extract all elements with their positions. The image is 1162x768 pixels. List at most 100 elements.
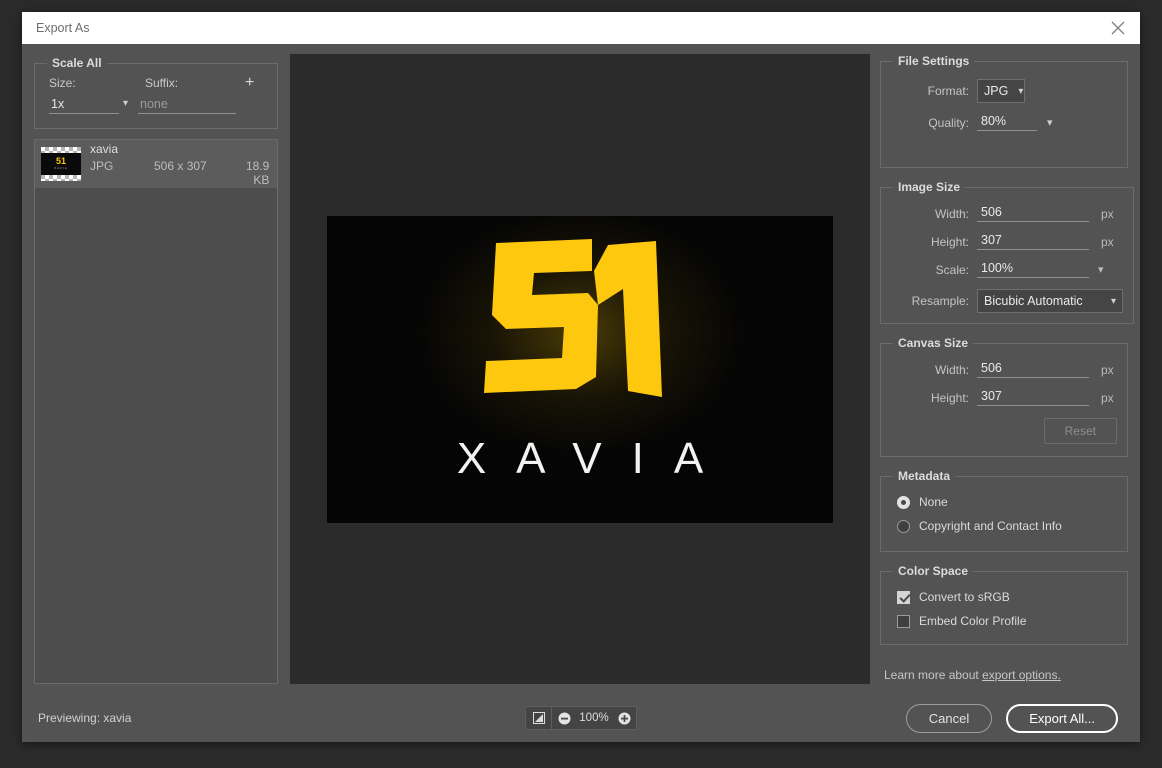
color-space-spacer bbox=[891, 628, 1117, 634]
export-as-dialog: Export As Scale All Size: Suffix: + ▾ bbox=[22, 12, 1140, 742]
export-all-button[interactable]: Export All... bbox=[1006, 703, 1118, 733]
file-settings-group: File Settings Format: JPG ▾ Quality: ▾ bbox=[880, 54, 1128, 168]
image-size-legend: Image Size bbox=[898, 180, 961, 194]
export-options-link[interactable]: export options. bbox=[982, 668, 1061, 682]
canvas-height-input[interactable] bbox=[977, 389, 1089, 406]
metadata-option-copyright[interactable]: Copyright and Contact Info bbox=[891, 519, 1117, 533]
image-height-unit: px bbox=[1101, 234, 1114, 249]
thumbnail-brand-text: XAVIA bbox=[54, 166, 68, 170]
image-height-label: Height: bbox=[930, 234, 969, 249]
canvas-height-label: Height: bbox=[930, 390, 969, 405]
chevron-down-icon[interactable]: ▾ bbox=[1098, 263, 1104, 276]
metadata-spacer bbox=[891, 533, 1117, 541]
file-size: 18.9 KB bbox=[246, 158, 270, 187]
dialog-title: Export As bbox=[36, 21, 90, 35]
image-height-input[interactable] bbox=[977, 233, 1089, 250]
scale-all-legend: Scale All bbox=[52, 56, 102, 70]
file-details: JPG 506 x 307 18.9 KB bbox=[90, 159, 271, 187]
metadata-group: Metadata None Copyright and Contact Info bbox=[880, 469, 1128, 552]
file-settings-legend: File Settings bbox=[898, 54, 970, 68]
close-icon[interactable] bbox=[1096, 12, 1140, 44]
chevron-down-icon: ▾ bbox=[1110, 295, 1116, 307]
canvas-width-label: Width: bbox=[934, 362, 969, 377]
format-label: Format: bbox=[927, 84, 969, 98]
chevron-down-icon[interactable]: ▾ bbox=[119, 98, 134, 112]
canvas-height-unit: px bbox=[1101, 390, 1114, 405]
resample-row: Resample: Bicubic Automatic ▾ bbox=[891, 289, 1123, 313]
format-select[interactable]: JPG ▾ bbox=[977, 79, 1025, 103]
image-scale-label: Scale: bbox=[935, 262, 969, 277]
image-scale-row: Scale: ▾ bbox=[891, 261, 1123, 278]
color-space-legend: Color Space bbox=[898, 564, 969, 578]
canvas-size-group: Canvas Size Width: px Height: px Reset bbox=[880, 336, 1128, 457]
logo-51-icon bbox=[480, 237, 680, 412]
reset-button[interactable]: Reset bbox=[1043, 418, 1117, 444]
left-panel: Scale All Size: Suffix: + ▾ 51 bbox=[34, 54, 278, 694]
format-row: Format: JPG ▾ bbox=[891, 79, 1117, 103]
learn-more-row: Learn more about export options. bbox=[880, 668, 1128, 694]
file-name: xavia bbox=[90, 141, 119, 156]
chevron-down-icon[interactable]: ▾ bbox=[1047, 116, 1053, 129]
suffix-label: Suffix: bbox=[145, 76, 179, 90]
add-scale-button[interactable]: + bbox=[241, 75, 258, 91]
radio-icon[interactable] bbox=[897, 495, 910, 509]
radio-icon[interactable] bbox=[897, 519, 910, 533]
color-space-group: Color Space Convert to sRGB Embed Color … bbox=[880, 564, 1128, 645]
dialog-titlebar: Export As bbox=[22, 12, 1140, 44]
fit-to-screen-icon[interactable] bbox=[526, 707, 552, 729]
embed-profile-label: Embed Color Profile bbox=[919, 614, 1027, 628]
thumbnail-image: 51 XAVIA bbox=[41, 153, 81, 175]
resample-select[interactable]: Bicubic Automatic ▾ bbox=[977, 289, 1123, 313]
scale-all-group: Scale All Size: Suffix: + ▾ bbox=[34, 56, 278, 129]
footer-actions: Cancel Export All... bbox=[905, 703, 1118, 733]
scale-all-header-row: Size: Suffix: + bbox=[45, 75, 267, 91]
convert-srgb-label: Convert to sRGB bbox=[919, 590, 1010, 604]
dialog-body: Scale All Size: Suffix: + ▾ 51 bbox=[22, 44, 1140, 694]
convert-srgb-row[interactable]: Convert to sRGB bbox=[891, 590, 1117, 604]
metadata-legend: Metadata bbox=[898, 469, 951, 483]
image-size-group: Image Size Width: px Height: px Scale: ▾ bbox=[880, 180, 1134, 324]
right-settings-panel: File Settings Format: JPG ▾ Quality: ▾ bbox=[880, 54, 1134, 694]
quality-label: Quality: bbox=[928, 115, 969, 130]
preview-canvas[interactable]: XAVIA bbox=[290, 54, 870, 684]
size-input[interactable] bbox=[49, 96, 119, 114]
zoom-level: 100% bbox=[579, 712, 609, 724]
file-meta: xavia JPG 506 x 307 18.9 KB bbox=[90, 142, 271, 187]
file-settings-spacer bbox=[891, 131, 1117, 157]
canvas-width-unit: px bbox=[1101, 362, 1114, 377]
zoom-in-icon[interactable] bbox=[612, 707, 636, 729]
image-scale-input[interactable] bbox=[977, 261, 1089, 278]
metadata-option-copyright-label: Copyright and Contact Info bbox=[919, 519, 1062, 533]
file-dimensions: 506 x 307 bbox=[154, 158, 207, 173]
resample-label: Resample: bbox=[911, 294, 969, 308]
brand-wordmark: XAVIA bbox=[456, 433, 734, 483]
zoom-out-icon[interactable] bbox=[552, 707, 576, 729]
resample-select-value: Bicubic Automatic bbox=[984, 294, 1083, 308]
canvas-height-row: Height: px bbox=[891, 389, 1117, 406]
checkbox-icon[interactable] bbox=[897, 614, 910, 628]
list-item[interactable]: 51 XAVIA xavia JPG 506 x 307 18.9 KB bbox=[35, 140, 277, 188]
image-width-input[interactable] bbox=[977, 205, 1089, 222]
image-height-row: Height: px bbox=[891, 233, 1123, 250]
file-format: JPG bbox=[90, 158, 114, 173]
dialog-footer: Previewing: xavia 100% Cancel Export All… bbox=[22, 694, 1140, 742]
canvas-width-input[interactable] bbox=[977, 361, 1089, 378]
scale-all-fields-row: ▾ bbox=[45, 96, 267, 114]
image-width-label: Width: bbox=[934, 206, 969, 221]
quality-input[interactable] bbox=[977, 114, 1037, 131]
file-thumbnail: 51 XAVIA bbox=[41, 147, 81, 181]
export-file-list[interactable]: 51 XAVIA xavia JPG 506 x 307 18.9 KB bbox=[34, 139, 278, 684]
quality-row: Quality: ▾ bbox=[891, 114, 1117, 131]
embed-profile-row[interactable]: Embed Color Profile bbox=[891, 614, 1117, 628]
zoom-controls: 100% bbox=[525, 706, 637, 730]
checkbox-icon[interactable] bbox=[897, 590, 910, 604]
suffix-input[interactable] bbox=[138, 96, 237, 114]
size-label: Size: bbox=[49, 76, 76, 90]
thumbnail-logo-text: 51 bbox=[55, 156, 66, 166]
canvas-width-row: Width: px bbox=[891, 361, 1117, 378]
cancel-button[interactable]: Cancel bbox=[905, 703, 993, 733]
canvas-size-legend: Canvas Size bbox=[898, 336, 969, 350]
image-width-unit: px bbox=[1101, 206, 1114, 221]
image-width-row: Width: px bbox=[891, 205, 1123, 222]
metadata-option-none[interactable]: None bbox=[891, 495, 1117, 509]
